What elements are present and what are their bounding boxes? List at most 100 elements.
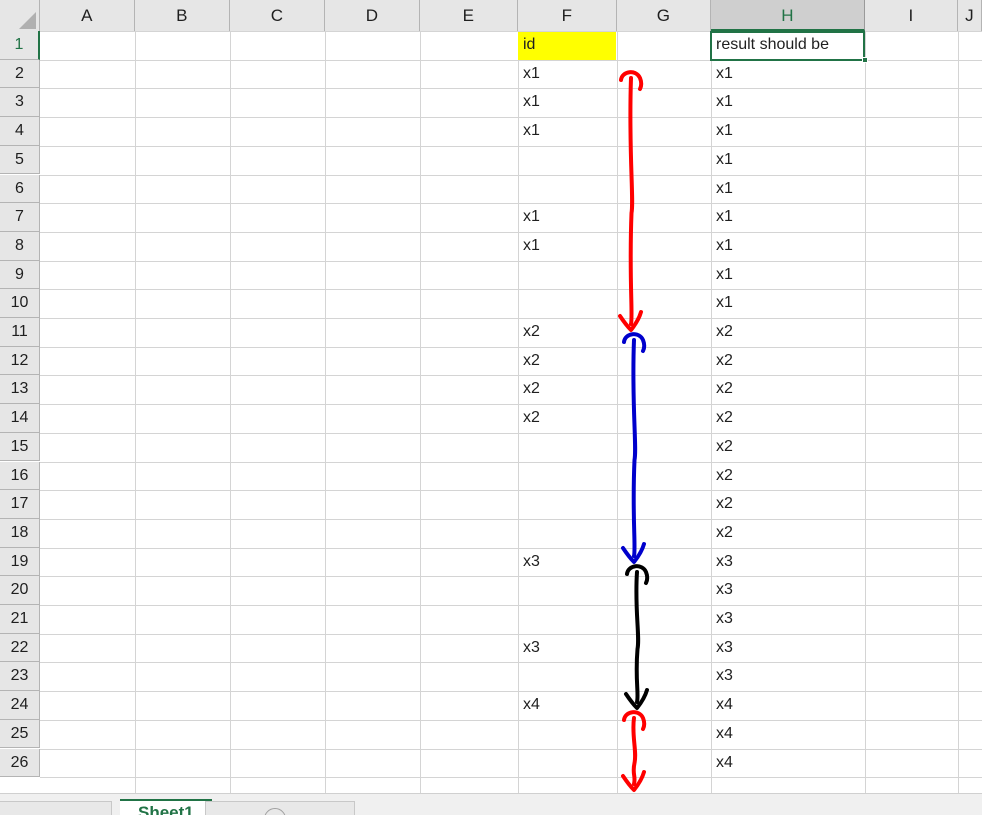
row-header-4[interactable]: 4	[0, 117, 40, 146]
column-header-b[interactable]: B	[135, 0, 230, 31]
row-header-20[interactable]: 20	[0, 576, 40, 605]
column-header-c[interactable]: C	[230, 0, 325, 31]
row-header-13[interactable]: 13	[0, 375, 40, 404]
add-sheet-button[interactable]	[205, 801, 355, 815]
cell-H16[interactable]: x2	[711, 463, 864, 491]
column-header-j[interactable]: J	[958, 0, 982, 31]
row-header-label: 12	[0, 347, 39, 375]
sheet-tab-bar: Sheet1	[0, 793, 982, 815]
cell-H2[interactable]: x1	[711, 61, 864, 89]
row-header-21[interactable]: 21	[0, 605, 40, 634]
row-header-label: 11	[0, 318, 39, 346]
cell-H6[interactable]: x1	[711, 176, 864, 204]
row-header-23[interactable]: 23	[0, 662, 40, 691]
cell-H12[interactable]: x2	[711, 348, 864, 376]
cell-H11[interactable]: x2	[711, 319, 864, 347]
cell-H23[interactable]: x3	[711, 663, 864, 691]
column-header-i[interactable]: I	[865, 0, 958, 31]
row-header-16[interactable]: 16	[0, 462, 40, 491]
cell-H5[interactable]: x1	[711, 147, 864, 175]
cell-F2[interactable]: x1	[518, 61, 616, 89]
cell-F14[interactable]: x2	[518, 405, 616, 433]
select-all-corner-button[interactable]	[0, 0, 40, 31]
column-header-h[interactable]: H	[711, 0, 865, 31]
row-header-label: 2	[0, 60, 39, 88]
cell-H22[interactable]: x3	[711, 635, 864, 663]
cell-F4[interactable]: x1	[518, 118, 616, 146]
cell-F11[interactable]: x2	[518, 319, 616, 347]
row-header-17[interactable]: 17	[0, 490, 40, 519]
cell-H14[interactable]: x2	[711, 405, 864, 433]
cell-F19[interactable]: x3	[518, 549, 616, 577]
cell-H4[interactable]: x1	[711, 118, 864, 146]
cell-H9[interactable]: x1	[711, 262, 864, 290]
row-header-label: 1	[0, 31, 38, 59]
cell-F1[interactable]: id	[518, 32, 616, 60]
row-header-18[interactable]: 18	[0, 519, 40, 548]
row-header-25[interactable]: 25	[0, 720, 40, 749]
cell-F12[interactable]: x2	[518, 348, 616, 376]
row-header-2[interactable]: 2	[0, 60, 40, 89]
row-header-label: 9	[0, 261, 39, 289]
row-header-label: 6	[0, 175, 39, 203]
column-header-a[interactable]: A	[40, 0, 135, 31]
row-header-22[interactable]: 22	[0, 634, 40, 663]
cell-H13[interactable]: x2	[711, 376, 864, 404]
row-header-24[interactable]: 24	[0, 691, 40, 720]
row-header-label: 3	[0, 88, 39, 116]
cell-H3[interactable]: x1	[711, 89, 864, 117]
cell-H26[interactable]: x4	[711, 750, 864, 778]
cell-H19[interactable]: x3	[711, 549, 864, 577]
row-header-10[interactable]: 10	[0, 289, 40, 318]
column-header-row: ABCDEFGHIJ	[0, 0, 982, 31]
row-header-label: 17	[0, 490, 39, 518]
fill-handle[interactable]	[862, 57, 868, 63]
row-header-6[interactable]: 6	[0, 175, 40, 204]
row-header-label: 19	[0, 548, 39, 576]
cell-H18[interactable]: x2	[711, 520, 864, 548]
cell-F3[interactable]: x1	[518, 89, 616, 117]
row-header-label: 10	[0, 289, 39, 317]
row-header-9[interactable]: 9	[0, 261, 40, 290]
cell-H25[interactable]: x4	[711, 721, 864, 749]
cell-F13[interactable]: x2	[518, 376, 616, 404]
row-header-12[interactable]: 12	[0, 347, 40, 376]
row-header-14[interactable]: 14	[0, 404, 40, 433]
cell-H21[interactable]: x3	[711, 606, 864, 634]
cell-F24[interactable]: x4	[518, 692, 616, 720]
row-header-label: 14	[0, 404, 39, 432]
row-header-26[interactable]: 26	[0, 749, 40, 778]
cell-H20[interactable]: x3	[711, 577, 864, 605]
select-all-triangle-icon	[19, 12, 36, 29]
row-header-11[interactable]: 11	[0, 318, 40, 347]
column-header-f[interactable]: F	[518, 0, 617, 31]
cell-H15[interactable]: x2	[711, 434, 864, 462]
row-header-label: 13	[0, 375, 39, 403]
sheet-tab-sheet1[interactable]: Sheet1	[120, 799, 212, 815]
row-header-label: 24	[0, 691, 39, 719]
row-header-19[interactable]: 19	[0, 548, 40, 577]
row-header-label: 5	[0, 146, 39, 174]
cell-H8[interactable]: x1	[711, 233, 864, 261]
row-header-8[interactable]: 8	[0, 232, 40, 261]
cell-H10[interactable]: x1	[711, 290, 864, 318]
row-header-3[interactable]: 3	[0, 88, 40, 117]
row-header-label: 21	[0, 605, 39, 633]
cell-H7[interactable]: x1	[711, 204, 864, 232]
excel-worksheet-window: ABCDEFGHIJ 12345678910111213141516171819…	[0, 0, 982, 815]
cell-F8[interactable]: x1	[518, 233, 616, 261]
sheet-navigation-buttons[interactable]	[0, 801, 112, 815]
row-header-1[interactable]: 1	[0, 31, 40, 60]
row-header-15[interactable]: 15	[0, 433, 40, 462]
row-header-7[interactable]: 7	[0, 203, 40, 232]
cell-F22[interactable]: x3	[518, 635, 616, 663]
column-header-g[interactable]: G	[617, 0, 711, 31]
cell-H17[interactable]: x2	[711, 491, 864, 519]
cell-H24[interactable]: x4	[711, 692, 864, 720]
cell-F7[interactable]: x1	[518, 204, 616, 232]
cell-H1[interactable]: result should be	[711, 32, 864, 60]
row-header-5[interactable]: 5	[0, 146, 40, 175]
column-header-e[interactable]: E	[420, 0, 518, 31]
row-header-label: 25	[0, 720, 39, 748]
column-header-d[interactable]: D	[325, 0, 420, 31]
